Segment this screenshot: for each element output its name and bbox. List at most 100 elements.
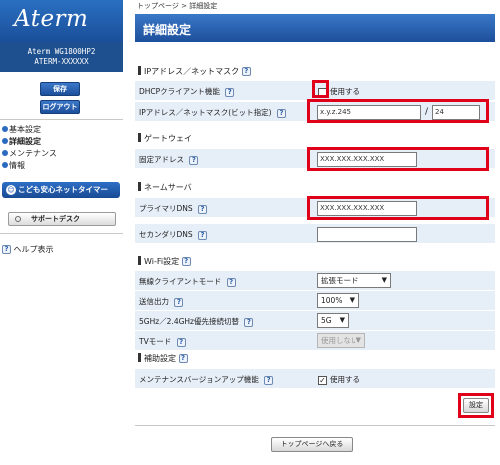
sidebar-item-label: メンテナンス [9, 149, 57, 158]
help-icon[interactable]: ? [181, 257, 191, 266]
sidebar-button-area: 保存 ログアウト [0, 72, 123, 120]
section-wifi-title: Wi-Fi設定 ? [138, 256, 191, 267]
breadcrumb-top-link[interactable]: トップページ [137, 2, 179, 10]
help-icon[interactable]: ? [264, 375, 274, 385]
section-ip-label: IPアドレス／ネットマスク [144, 67, 240, 76]
highlight-box-dns [307, 196, 489, 220]
help-icon[interactable]: ? [198, 230, 208, 240]
wireless-client-mode-select[interactable]: 拡張モード ▼ [317, 273, 391, 288]
logo-text: Aterm [14, 6, 89, 32]
help-icon[interactable]: ? [189, 155, 199, 165]
highlight-box-ip [307, 99, 489, 123]
fixed-label-wrap: 固定アドレス ? [139, 154, 199, 165]
sidebar-nav: 基本設定 詳細設定 メンテナンス 情報 [0, 124, 123, 172]
tv-mode-value: 使用しない [321, 336, 359, 345]
kid-icon: ☺ [6, 185, 16, 195]
section-dns-title: ネームサーバ [138, 182, 192, 193]
sidebar-item-label: 基本設定 [9, 125, 41, 134]
back-to-top-button[interactable]: トップページへ戻る [271, 437, 353, 452]
help-icon[interactable]: ? [226, 277, 236, 287]
sidebar-item-info[interactable]: 情報 [0, 160, 123, 172]
maintenance-update-label: メンテナンスバージョンアップ機能 [139, 375, 259, 384]
section-ip-title: IPアドレス／ネットマスク ? [138, 66, 251, 77]
band-priority-value: 5G [321, 316, 332, 325]
sidebar-divider [0, 233, 123, 234]
section-aux-label: 補助設定 [144, 354, 176, 363]
sidebar-item-advanced-settings[interactable]: 詳細設定 [0, 136, 123, 148]
model-name: Aterm WG1800HP2 [27, 47, 96, 56]
section-dns-label: ネームサーバ [144, 183, 192, 192]
section-gateway-title: ゲートウェイ [138, 133, 192, 144]
bullet-icon [2, 162, 8, 168]
help-icon[interactable]: ? [241, 67, 251, 76]
highlight-box-gateway [307, 147, 489, 171]
ip-label-wrap: IPアドレス／ネットマスク(ビット指定) ? [139, 107, 286, 118]
bottom-divider [135, 425, 495, 426]
tv-mode-select: 使用しない ▼ [317, 333, 365, 348]
kids-net-timer-button[interactable]: ☺ こども安心ネットタイマー [2, 182, 120, 198]
maintenance-update-checkbox[interactable]: ✓ [318, 375, 327, 385]
bullet-icon [2, 126, 8, 132]
sidebar-item-basic-settings[interactable]: 基本設定 [0, 124, 123, 136]
help-icon[interactable]: ? [244, 317, 254, 327]
device-id: ATERM-XXXXXX [34, 57, 89, 66]
chevron-down-icon: ▼ [339, 316, 345, 324]
band-priority-label: 5GHz／2.4GHz優先接続切替 [139, 317, 239, 326]
chevron-down-icon: ▼ [355, 336, 361, 344]
maintenance-update-checkbox-label: 使用する [330, 375, 360, 384]
band-label-wrap: 5GHz／2.4GHz優先接続切替 ? [139, 316, 254, 327]
logout-button[interactable]: ログアウト [40, 100, 80, 114]
page-title-bar: 詳細設定 [135, 14, 495, 42]
help-icon[interactable]: ? [276, 108, 286, 118]
row-transmit-power: 送信出力 ? 100% ▼ [135, 290, 495, 310]
tv-mode-label: TVモード [139, 337, 172, 346]
breadcrumb: トップページ > 詳細設定 [137, 1, 217, 11]
sidebar-item-label: 情報 [9, 161, 25, 170]
support-desk-button[interactable]: サポートデスク [8, 212, 116, 226]
sidebar: Aterm Aterm WG1800HP2 ATERM-XXXXXX 保存 ログ… [0, 0, 123, 465]
section-bar [138, 182, 141, 191]
row-tv-mode: TVモード ? 使用しない ▼ [135, 330, 495, 350]
fixed-address-label: 固定アドレス [139, 155, 184, 164]
band-priority-select[interactable]: 5G ▼ [317, 313, 349, 328]
help-icon[interactable]: ? [225, 87, 235, 97]
row-maintenance-update: メンテナンスバージョンアップ機能 ? ✓ 使用する [135, 368, 495, 388]
wireless-client-mode-label: 無線クライアントモード [139, 277, 222, 286]
save-button[interactable]: 保存 [40, 82, 80, 96]
aterm-logo: Aterm [0, 0, 123, 42]
wireless-client-mode-value: 拡張モード [321, 276, 359, 285]
highlight-box-dhcp [312, 80, 329, 98]
transmit-power-select[interactable]: 100% ▼ [317, 293, 359, 308]
help-icon[interactable]: ? [198, 204, 208, 214]
primary-dns-label: プライマリDNS [139, 204, 193, 213]
model-info: Aterm WG1800HP2 ATERM-XXXXXX [0, 42, 123, 72]
dhcp-label-wrap: DHCPクライアント機能 ? [139, 86, 235, 97]
mode-label-wrap: 無線クライアントモード ? [139, 276, 236, 287]
row-band-priority: 5GHz／2.4GHz優先接続切替 ? 5G ▼ [135, 310, 495, 330]
help-display-link[interactable]: ? ヘルプ表示 [2, 244, 54, 255]
help-icon[interactable]: ? [176, 337, 186, 347]
help-icon[interactable]: ? [174, 297, 184, 307]
kids-net-timer-label: こども安心ネットタイマー [18, 185, 108, 194]
maint-field: ✓ 使用する [318, 374, 360, 385]
sidebar-item-label: 詳細設定 [9, 137, 41, 146]
dhcp-label: DHCPクライアント機能 [139, 87, 220, 96]
bullet-icon [2, 138, 8, 144]
row-wireless-client-mode: 無線クライアントモード ? 拡張モード ▼ [135, 270, 495, 290]
secondary-dns-label-wrap: セカンダリDNS ? [139, 229, 208, 240]
help-icon[interactable]: ? [178, 354, 188, 363]
sidebar-item-maintenance[interactable]: メンテナンス [0, 148, 123, 160]
main-content: トップページ > 詳細設定 詳細設定 IPアドレス／ネットマスク ? DHCPク… [135, 0, 495, 465]
bullet-icon [2, 150, 8, 156]
section-bar [138, 66, 141, 75]
help-display-label: ヘルプ表示 [13, 245, 54, 254]
power-label-wrap: 送信出力 ? [139, 296, 184, 307]
support-desk-label: サポートデスク [31, 215, 80, 223]
section-wifi-label: Wi-Fi設定 [144, 257, 180, 266]
row-secondary-dns: セカンダリDNS ? [135, 223, 495, 243]
section-bar [138, 353, 141, 362]
chevron-down-icon: ▼ [349, 296, 355, 304]
maint-label-wrap: メンテナンスバージョンアップ機能 ? [139, 374, 274, 385]
page-title: 詳細設定 [143, 23, 192, 37]
secondary-dns-input[interactable] [317, 227, 417, 242]
